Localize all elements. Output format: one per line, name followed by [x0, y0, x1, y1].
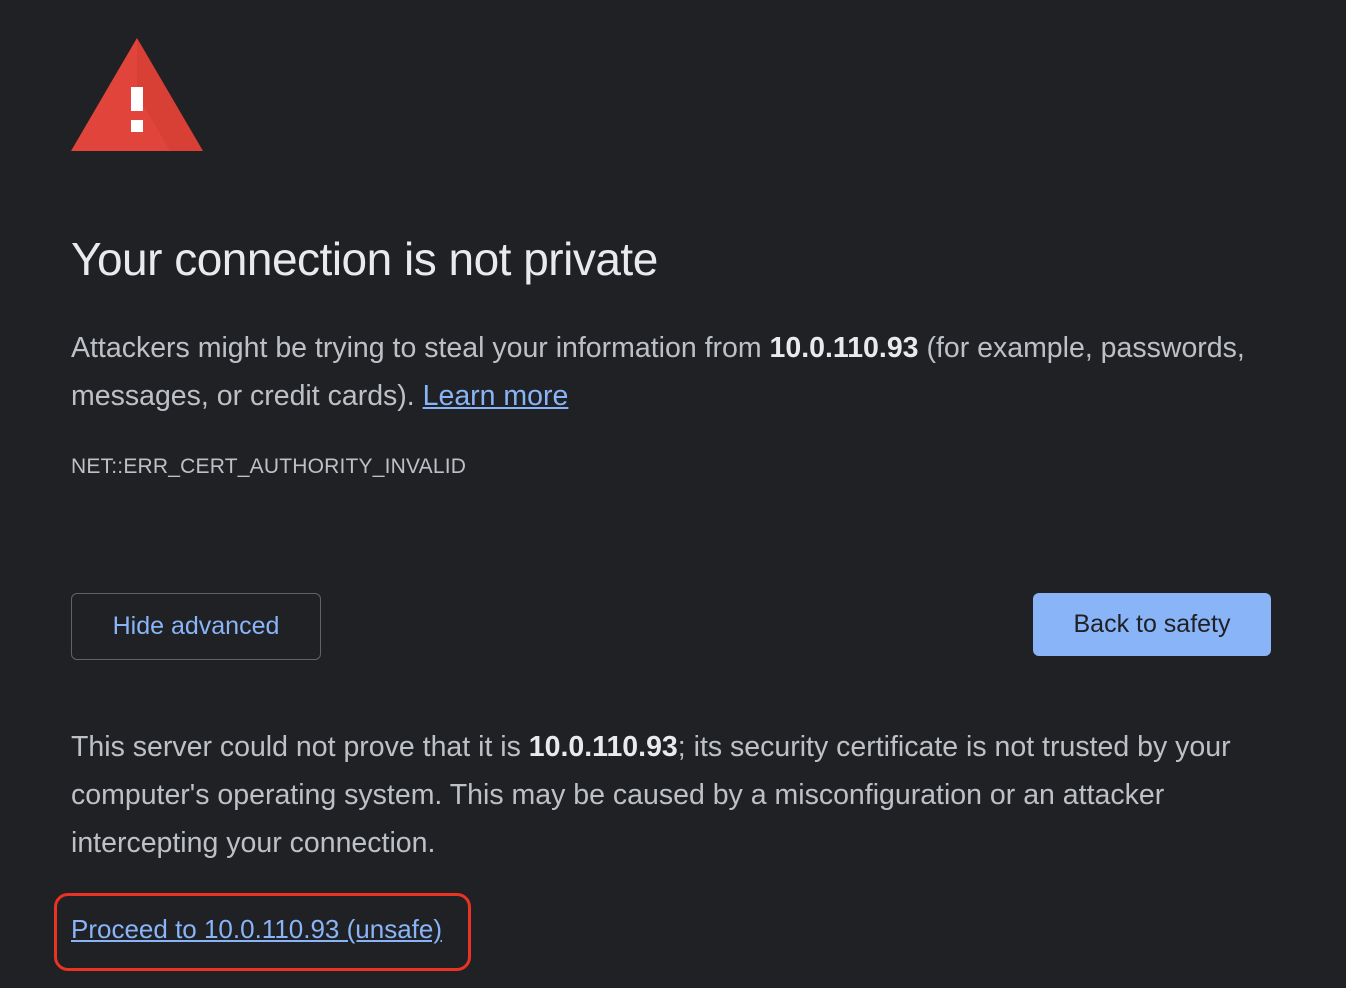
warning-triangle-icon — [71, 38, 203, 151]
intro-text: Attackers might be trying to steal your … — [71, 332, 770, 364]
details-text: This server could not prove that it is — [71, 731, 529, 763]
error-code: NET::ERR_CERT_AUTHORITY_INVALID — [71, 455, 467, 478]
host-name: 10.0.110.93 — [769, 332, 919, 364]
hide-advanced-button[interactable]: Hide advanced — [71, 593, 321, 660]
page-title: Your connection is not private — [71, 233, 658, 285]
details-paragraph: This server could not prove that it is 1… — [71, 723, 1271, 867]
proceed-unsafe-link[interactable]: Proceed to 10.0.110.93 (unsafe) — [71, 914, 442, 945]
intro-paragraph: Attackers might be trying to steal your … — [71, 324, 1271, 420]
back-to-safety-button[interactable]: Back to safety — [1033, 593, 1271, 656]
learn-more-link[interactable]: Learn more — [423, 380, 569, 412]
details-host-name: 10.0.110.93 — [528, 731, 678, 763]
